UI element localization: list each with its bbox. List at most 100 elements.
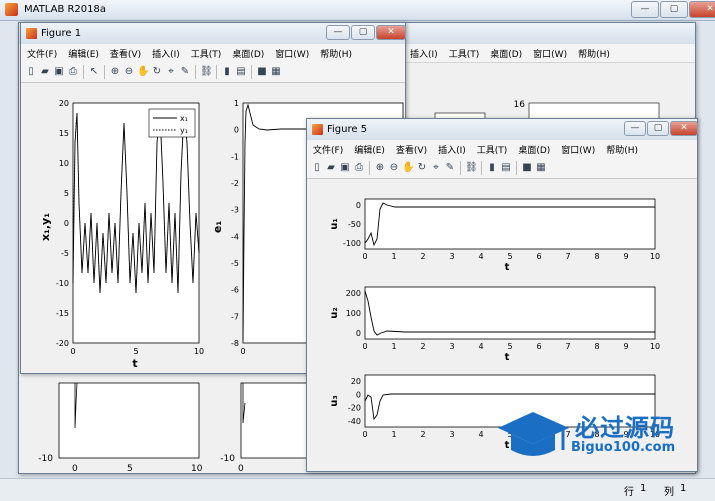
- close-button[interactable]: ✕: [689, 1, 715, 18]
- background-figure-menubar: 插入(I) 工具(T) 桌面(D) 窗口(W) 帮助(H): [404, 44, 695, 63]
- figure5-maximize-button[interactable]: ▢: [647, 121, 669, 136]
- rotate-icon[interactable]: ↻: [151, 66, 163, 78]
- f1-legend[interactable]: [148, 108, 196, 138]
- f5-ytick: -20: [348, 404, 361, 413]
- f5-xtick: 5: [507, 252, 512, 261]
- bg-left-ytick: -10: [38, 454, 53, 464]
- f5-ytick: 20: [351, 377, 361, 386]
- f5-xtick: 7: [565, 252, 570, 261]
- bg-right-ytick: -10: [220, 454, 235, 464]
- maximize-button[interactable]: ▢: [660, 1, 688, 18]
- menu-file[interactable]: 文件(F): [21, 44, 62, 62]
- f1-left-ylabel: x₁,y₁: [39, 213, 52, 241]
- link-icon[interactable]: ⛓: [200, 66, 213, 78]
- link-icon[interactable]: ⛓: [465, 162, 478, 174]
- new-file-icon[interactable]: ▯: [311, 162, 323, 174]
- open-folder-icon[interactable]: ▰: [325, 162, 337, 174]
- menu-desktop[interactable]: 桌面(D): [512, 140, 555, 158]
- pan-icon[interactable]: ✋: [137, 66, 149, 78]
- f5-xtick: 10: [650, 252, 660, 261]
- minimize-button[interactable]: —: [631, 1, 659, 18]
- colorbar-icon[interactable]: ▮: [486, 162, 498, 174]
- f5-axes-1: [364, 198, 656, 250]
- f1-left-xlabel: t: [132, 357, 137, 370]
- new-file-icon[interactable]: ▯: [25, 66, 37, 78]
- figure1-maximize-button[interactable]: ▢: [351, 25, 375, 40]
- menu-edit[interactable]: 编辑(E): [348, 140, 390, 158]
- f5-xtick: 6: [536, 342, 541, 351]
- menu-edit[interactable]: 编辑(E): [62, 44, 104, 62]
- data-cursor-icon[interactable]: ⌖: [430, 162, 442, 174]
- hide-plot-tools-icon[interactable]: ■: [521, 162, 533, 174]
- menu-tools[interactable]: 工具(T): [443, 44, 485, 62]
- pan-icon[interactable]: ✋: [402, 162, 414, 174]
- save-icon[interactable]: ▣: [53, 66, 65, 78]
- brush-icon[interactable]: ✎: [179, 66, 191, 78]
- legend-icon[interactable]: ▤: [235, 66, 247, 78]
- matlab-main-window: MATLAB R2018a — ▢ ✕ 插入(I) 工具(T) 桌面(D) 窗口…: [0, 0, 715, 501]
- hide-plot-tools-icon[interactable]: ■: [256, 66, 268, 78]
- bg-right-xtick-0: 0: [238, 464, 244, 473]
- f1-left-ytick: 0: [64, 219, 69, 228]
- legend-icon[interactable]: ▤: [500, 162, 512, 174]
- menu-help[interactable]: 帮助(H): [600, 140, 643, 158]
- menu-view[interactable]: 查看(V): [390, 140, 432, 158]
- figure5-title-bar: Figure 5 — ▢ ✕: [307, 119, 698, 140]
- menu-tools[interactable]: 工具(T): [185, 44, 227, 62]
- data-cursor-icon[interactable]: ⌖: [165, 66, 177, 78]
- menu-insert[interactable]: 插入(I): [146, 44, 185, 62]
- save-icon[interactable]: ▣: [339, 162, 351, 174]
- colorbar-icon[interactable]: ▮: [221, 66, 233, 78]
- open-folder-icon[interactable]: ▰: [39, 66, 51, 78]
- f5-xtick: 8: [594, 342, 599, 351]
- menu-help[interactable]: 帮助(H): [314, 44, 357, 62]
- figure5-minimize-button[interactable]: —: [624, 121, 646, 136]
- brush-icon[interactable]: ✎: [444, 162, 456, 174]
- f5-ylabel: u₃: [329, 395, 340, 407]
- status-bar: 行 1 列 1: [0, 478, 715, 501]
- menu-desktop[interactable]: 桌面(D): [226, 44, 269, 62]
- f1-right-ytick: -5: [231, 259, 239, 268]
- figure1-close-button[interactable]: ✕: [376, 25, 406, 40]
- f5-xtick: 2: [420, 430, 425, 439]
- menu-help[interactable]: 帮助(H): [572, 44, 615, 62]
- toolbar-separator: [216, 65, 217, 79]
- f5-xlabel: t: [505, 352, 510, 363]
- zoom-out-icon[interactable]: ⊖: [123, 66, 135, 78]
- figure5-toolbar: ▯ ▰ ▣ ⎙ ⊕ ⊖ ✋ ↻ ⌖ ✎ ⛓ ▮ ▤ ■ ▦: [307, 158, 697, 179]
- menu-view[interactable]: 查看(V): [104, 44, 146, 62]
- pointer-icon[interactable]: ↖: [88, 66, 100, 78]
- watermark: 必过源码 Biguo100.com: [493, 406, 703, 466]
- menu-insert[interactable]: 插入(I): [404, 44, 443, 62]
- f1-right-ytick: -1: [231, 152, 239, 161]
- show-plot-tools-icon[interactable]: ▦: [270, 66, 282, 78]
- f5-ytick: 0: [356, 390, 361, 399]
- print-icon[interactable]: ⎙: [353, 162, 365, 174]
- menu-file[interactable]: 文件(F): [307, 140, 348, 158]
- status-row-label: 行: [624, 487, 634, 498]
- f1-left-xtick: 10: [194, 347, 204, 356]
- zoom-in-icon[interactable]: ⊕: [109, 66, 121, 78]
- bg-left-axes: [58, 382, 200, 459]
- menu-insert[interactable]: 插入(I): [432, 140, 471, 158]
- f1-right-ytick: -8: [231, 339, 239, 348]
- bg-top-right-ytick: 16: [514, 100, 526, 110]
- menu-desktop[interactable]: 桌面(D): [484, 44, 527, 62]
- zoom-out-icon[interactable]: ⊖: [388, 162, 400, 174]
- f5-ytick: -40: [348, 417, 361, 426]
- menu-tools[interactable]: 工具(T): [471, 140, 513, 158]
- print-icon[interactable]: ⎙: [67, 66, 79, 78]
- menu-window[interactable]: 窗口(W): [269, 44, 314, 62]
- figure5-close-button[interactable]: ✕: [670, 121, 698, 136]
- f5-xtick: 1: [391, 430, 396, 439]
- rotate-icon[interactable]: ↻: [416, 162, 428, 174]
- figure1-minimize-button[interactable]: —: [326, 25, 350, 40]
- show-plot-tools-icon[interactable]: ▦: [535, 162, 547, 174]
- f5-axes-1-yticks: 0 -50 -100: [343, 201, 361, 248]
- menu-window[interactable]: 窗口(W): [555, 140, 600, 158]
- menu-window[interactable]: 窗口(W): [527, 44, 572, 62]
- f1-left-ytick: -20: [56, 339, 69, 348]
- zoom-in-icon[interactable]: ⊕: [374, 162, 386, 174]
- f5-ytick: -50: [348, 220, 361, 229]
- matlab-logo-icon: [5, 3, 18, 16]
